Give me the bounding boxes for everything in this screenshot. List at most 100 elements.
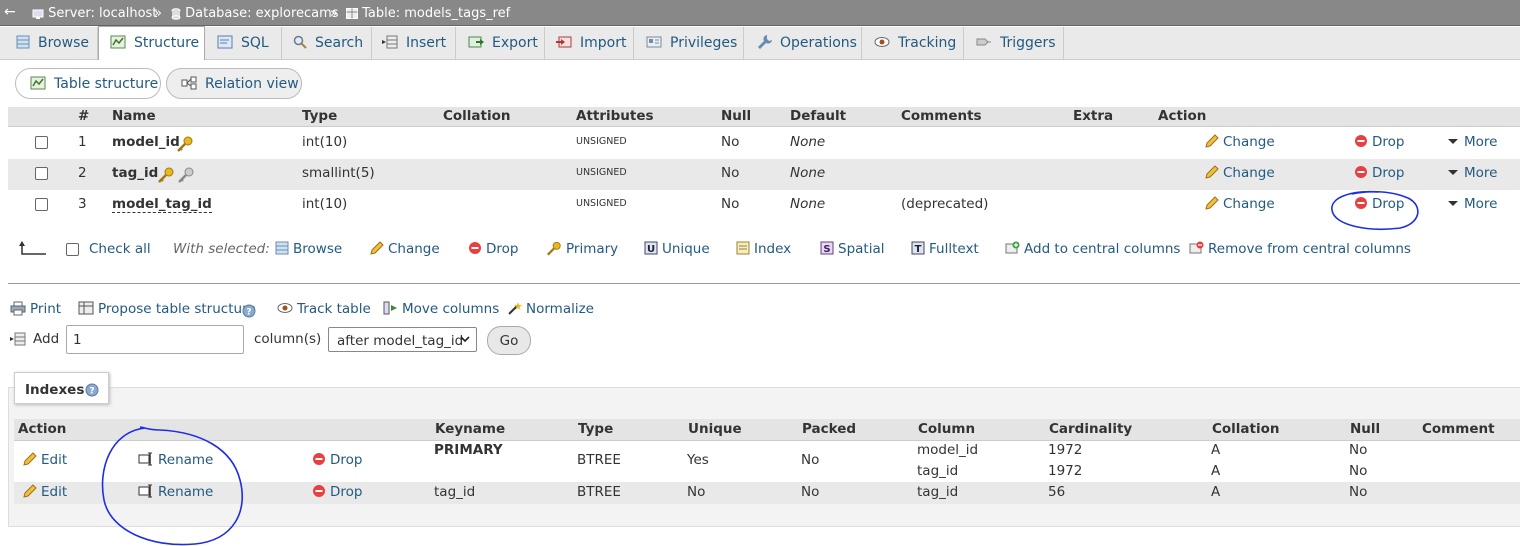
bulk-unique-button[interactable]: U Unique [644,241,710,257]
index-key-icon [178,167,194,183]
bulk-drop-button[interactable]: Drop [468,241,518,257]
column-position-select[interactable]: after model_tag_id [328,327,477,352]
tab-triggers[interactable]: Triggers [964,27,1064,60]
column-type: int(10) [302,196,348,212]
pencil-icon [23,451,37,466]
more-dropdown[interactable]: More [1446,165,1497,181]
tab-browse-label: Browse [38,35,89,51]
index-drop-button[interactable]: Drop [312,452,362,468]
index-null: No [1349,463,1368,479]
tab-tracking[interactable]: Tracking [862,27,964,60]
help-icon[interactable]: ? [85,383,99,397]
normalize-button[interactable]: Normalize [507,301,594,317]
tab-privileges[interactable]: Privileges [634,27,744,60]
help-icon[interactable]: ? [242,304,256,318]
indexes-title-label: Indexes [25,382,85,398]
index-row [14,441,1520,482]
subtab-relation-view-label: Relation view [205,76,299,92]
row-checkbox[interactable] [35,136,48,149]
index-cardinality: 1972 [1048,442,1083,458]
relation-icon [181,76,197,89]
drop-icon [313,485,325,497]
tab-import[interactable]: Import [545,27,634,60]
column-null: No [721,165,740,181]
tab-operations[interactable]: Operations [744,27,862,60]
index-collation: A [1211,484,1221,500]
tab-structure[interactable]: Structure [98,26,205,60]
tab-search[interactable]: Search [282,27,372,60]
pencil-icon [370,240,384,255]
remove-central-columns-button[interactable]: Remove from central columns [1189,241,1411,257]
go-button[interactable]: Go [487,326,531,355]
bulk-browse-button[interactable]: Browse [275,241,342,257]
col-header-collation[interactable]: Collation [443,108,511,124]
index-edit-label: Edit [41,484,68,500]
col-header-null[interactable]: Null [721,108,751,124]
normalize-label: Normalize [526,301,594,317]
bulk-fulltext-button[interactable]: T Fulltext [911,241,979,257]
tab-insert[interactable]: Insert [372,27,456,60]
column-default: None [790,165,826,181]
column-null: No [721,134,740,150]
drop-button[interactable]: Drop [1354,196,1404,212]
move-columns-button[interactable]: Move columns [383,301,499,317]
subtab-table-structure[interactable]: Table structure [15,68,161,99]
bulk-change-label: Change [388,241,440,257]
drop-button[interactable]: Drop [1354,165,1404,181]
column-count-input[interactable]: 1 [66,325,244,354]
bulk-primary-button[interactable]: Primary [546,241,618,257]
row-checkbox[interactable] [35,198,48,211]
print-button[interactable]: Print [10,301,61,317]
tab-export[interactable]: Export [456,27,545,60]
bulk-spatial-button[interactable]: S Spatial [820,241,884,257]
index-edit-button[interactable]: Edit [22,451,67,468]
bulk-change-button[interactable]: Change [369,240,440,257]
column-name: tag_id [112,165,159,181]
col-header-comments[interactable]: Comments [901,108,982,124]
breadcrumb-server[interactable]: Server: localhost [32,6,157,21]
bulk-browse-label: Browse [293,241,343,257]
breadcrumb-table[interactable]: Table: models_tags_ref [346,6,510,21]
breadcrumb-database[interactable]: Database: explorecams [171,6,339,21]
index-rename-button[interactable]: Rename [138,452,213,468]
index-cardinality: 56 [1048,484,1066,500]
bulk-index-button[interactable]: Index [736,241,791,257]
primary-key-icon [177,136,193,152]
subtab-relation-view[interactable]: Relation view [166,68,302,99]
more-label: More [1464,134,1498,150]
indexes-title: Indexes ? [14,372,109,404]
drop-icon [1355,166,1367,178]
more-dropdown[interactable]: More [1446,134,1497,150]
col-header-num[interactable]: # [78,108,89,124]
bulk-unique-label: Unique [662,241,710,257]
more-dropdown[interactable]: More [1446,196,1497,212]
breadcrumb-separator: » [154,6,162,21]
index-rename-button[interactable]: Rename [138,484,213,500]
tab-sql[interactable]: SQL [205,27,282,60]
change-button[interactable]: Change [1204,164,1275,181]
tab-browse[interactable]: Browse [8,27,98,60]
search-icon [293,35,307,49]
row-checkbox[interactable] [35,167,48,180]
column-type: int(10) [302,134,348,150]
check-all-checkbox[interactable] [66,243,79,256]
back-arrow-icon[interactable]: ← [4,4,16,20]
col-header-attributes[interactable]: Attributes [576,108,654,124]
browse-icon [275,241,289,255]
col-header-name[interactable]: Name [112,108,156,124]
change-button[interactable]: Change [1204,195,1275,212]
track-table-button[interactable]: Track table [277,301,371,317]
add-central-columns-button[interactable]: Add to central columns [1005,241,1180,257]
unique-icon: U [644,241,658,255]
col-header-extra[interactable]: Extra [1073,108,1113,124]
propose-structure-button[interactable]: Propose table structure [78,301,256,317]
col-header-default[interactable]: Default [790,108,846,124]
col-header-type[interactable]: Type [302,108,337,124]
check-all-label[interactable]: Check all [89,241,151,257]
columns-suffix-label: column(s) [254,331,322,347]
index-drop-button[interactable]: Drop [312,484,362,500]
change-button[interactable]: Change [1204,133,1275,150]
tab-tracking-label: Tracking [898,35,957,51]
drop-button[interactable]: Drop [1354,134,1404,150]
index-edit-button[interactable]: Edit [22,483,68,500]
